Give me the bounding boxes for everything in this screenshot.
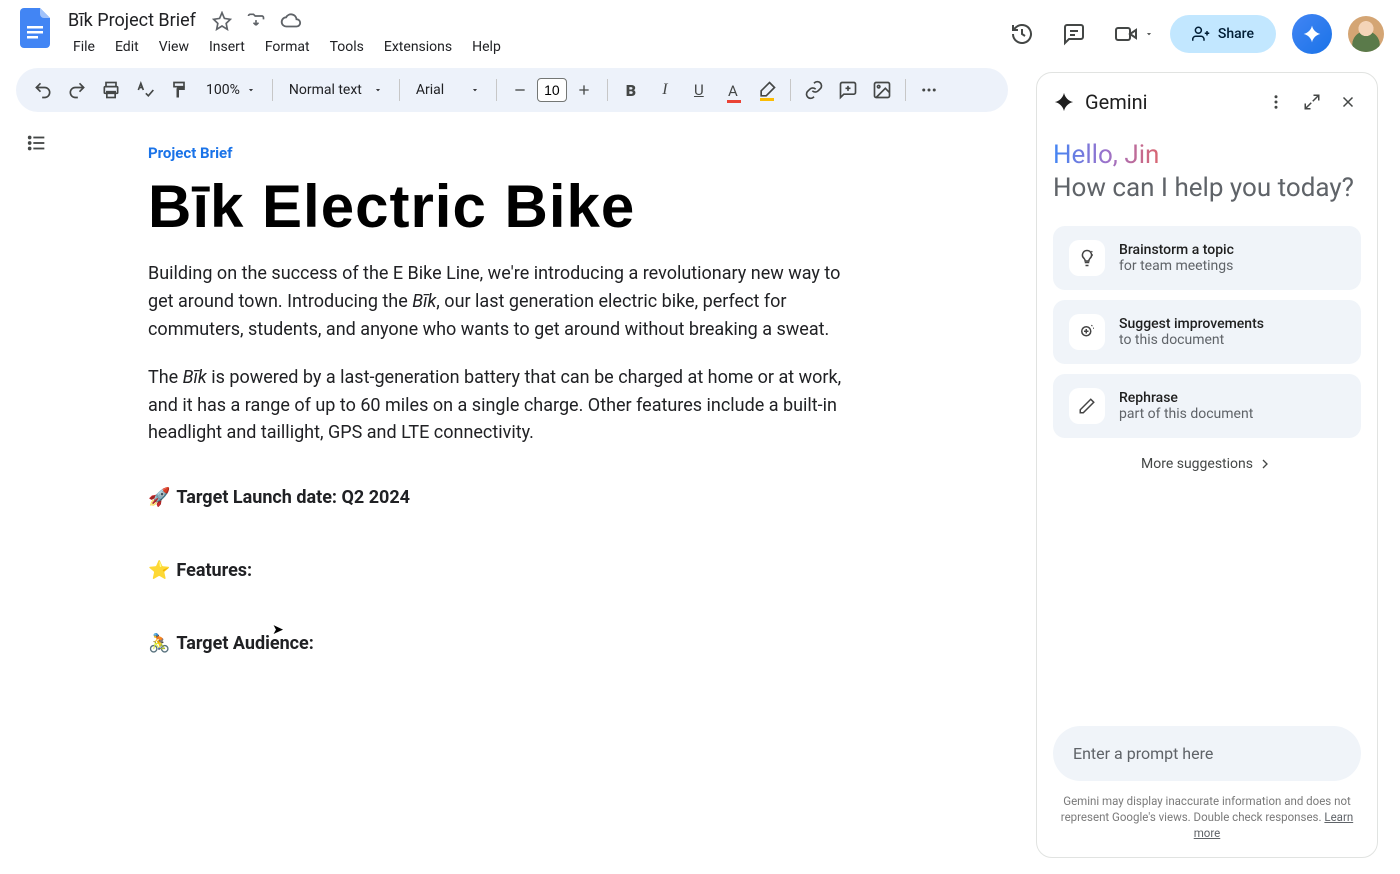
docs-logo[interactable] [16, 8, 56, 48]
document-canvas[interactable]: Project Brief Bīk Electric Bike Building… [48, 124, 928, 654]
font-value: Arial [416, 82, 444, 98]
menu-tools[interactable]: Tools [321, 35, 373, 59]
more-suggestions-button[interactable]: More suggestions [1053, 456, 1361, 472]
italic-button[interactable]: I [650, 75, 680, 105]
cloud-status-icon[interactable] [280, 10, 302, 32]
title-area: Bīk Project Brief File Edit View Insert … [64, 8, 1004, 59]
move-icon[interactable] [246, 11, 266, 31]
spellcheck-button[interactable] [130, 75, 160, 105]
doc-features-line: ⭐Features: [148, 560, 928, 581]
doc-paragraph-1: Building on the success of the E Bike Li… [148, 260, 868, 344]
gemini-disclaimer: Gemini may display inaccurate informatio… [1053, 793, 1361, 841]
toolbar: 100% Normal text Arial B I U A [16, 68, 1008, 112]
insert-image-button[interactable] [867, 75, 897, 105]
menu-edit[interactable]: Edit [106, 35, 148, 59]
gemini-spark-icon [1053, 91, 1075, 113]
doc-label: Project Brief [148, 144, 928, 162]
redo-button[interactable] [62, 75, 92, 105]
menu-help[interactable]: Help [463, 35, 510, 59]
doc-audience-line: 🚴Target Audience: [148, 633, 928, 654]
panel-more-icon[interactable] [1263, 89, 1289, 115]
more-tools-button[interactable] [914, 75, 944, 105]
menu-file[interactable]: File [64, 35, 104, 59]
share-button[interactable]: Share [1170, 15, 1276, 53]
zoom-select[interactable]: 100% [198, 78, 264, 102]
decrease-font-button[interactable] [505, 75, 535, 105]
suggestion-improve[interactable]: Suggest improvementsto this document [1053, 300, 1361, 364]
style-value: Normal text [289, 82, 362, 98]
comment-icon[interactable] [1056, 16, 1092, 52]
share-label: Share [1218, 26, 1254, 42]
doc-paragraph-2: The Bīk is powered by a last-generation … [148, 364, 868, 448]
increase-font-button[interactable] [569, 75, 599, 105]
text-color-button[interactable]: A [718, 75, 748, 105]
style-select[interactable]: Normal text [281, 78, 391, 102]
add-comment-button[interactable] [833, 75, 863, 105]
doc-launch-line: 🚀Target Launch date: Q2 2024 [148, 487, 928, 508]
doc-heading: Bīk Electric Bike [148, 174, 928, 240]
gemini-panel: Gemini Hello, Jin How can I help you tod… [1036, 72, 1378, 858]
menu-view[interactable]: View [150, 35, 198, 59]
undo-button[interactable] [28, 75, 58, 105]
gemini-button[interactable] [1292, 14, 1332, 54]
underline-button[interactable]: U [684, 75, 714, 105]
suggestion-brainstorm[interactable]: Brainstorm a topicfor team meetings [1053, 226, 1361, 290]
gemini-greeting: Hello, Jin How can I help you today? [1053, 139, 1361, 204]
format-paint-button[interactable] [164, 75, 194, 105]
outline-toggle[interactable] [26, 132, 48, 654]
zoom-value: 100% [206, 82, 240, 98]
lightbulb-icon [1069, 240, 1105, 276]
doc-title-input[interactable]: Bīk Project Brief [64, 8, 200, 33]
menu-extensions[interactable]: Extensions [375, 35, 461, 59]
gemini-title: Gemini [1085, 90, 1253, 114]
header: Bīk Project Brief File Edit View Insert … [0, 0, 1400, 64]
suggestion-rephrase[interactable]: Rephrasepart of this document [1053, 374, 1361, 438]
panel-expand-icon[interactable] [1299, 89, 1325, 115]
meet-button[interactable] [1108, 16, 1154, 52]
link-button[interactable] [799, 75, 829, 105]
gemini-prompt-input[interactable]: Enter a prompt here [1053, 726, 1361, 781]
sparkle-plus-icon [1069, 314, 1105, 350]
pen-icon [1069, 388, 1105, 424]
print-button[interactable] [96, 75, 126, 105]
history-icon[interactable] [1004, 16, 1040, 52]
menu-insert[interactable]: Insert [200, 35, 254, 59]
bold-button[interactable]: B [616, 75, 646, 105]
menu-bar: File Edit View Insert Format Tools Exten… [64, 35, 1004, 59]
star-icon[interactable] [212, 11, 232, 31]
font-size-input[interactable] [537, 78, 567, 102]
panel-close-icon[interactable] [1335, 89, 1361, 115]
highlight-button[interactable] [752, 75, 782, 105]
account-avatar[interactable] [1348, 16, 1384, 52]
menu-format[interactable]: Format [256, 35, 319, 59]
font-select[interactable]: Arial [408, 78, 488, 102]
